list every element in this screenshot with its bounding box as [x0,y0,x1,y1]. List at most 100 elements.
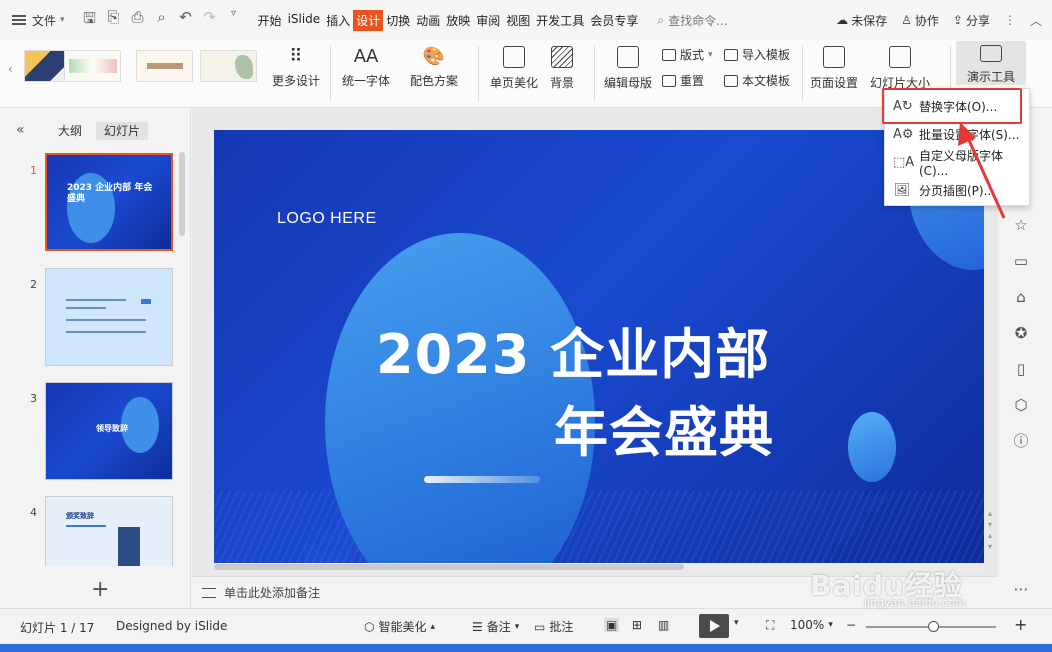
notes-icon [202,587,216,598]
title-bar-right: ☁ 未保存 ♙ 协作 ⇪ 分享 ⋮ ︿ [836,0,1042,40]
slide-thumbnail-1[interactable]: 2023 企业内部 年会盛典 [45,153,173,251]
notes-toggle-button[interactable]: ☰ 备注 ▾ [472,618,519,635]
design-template-4[interactable] [200,50,257,82]
slide-title-line1[interactable]: 2023 企业内部 [376,310,770,389]
add-slide-icon[interactable]: + [91,577,109,602]
tab-slides[interactable]: 幻灯片 [96,122,149,140]
current-slide[interactable]: LOGO HERE 2023 企业内部 年会盛典 [214,130,984,564]
import-template-button[interactable]: 导入模板 [724,46,790,63]
more-design-button[interactable]: ⠿ 更多设计 [272,44,320,89]
slide-panel-scrollbar[interactable] [179,152,185,236]
more-icon[interactable]: ⋯ [1012,580,1030,598]
zoom-in-icon[interactable]: + [1014,615,1027,634]
smart-beautify-button[interactable]: ⬡ 智能美化 ▴ [364,618,435,635]
customize-icon[interactable]: ▿ [225,8,243,33]
design-template-2[interactable] [64,50,121,82]
tab-home[interactable]: 开始 [255,10,285,31]
slide-logo-text[interactable]: LOGO HERE [277,210,377,228]
undo-icon[interactable]: ↶ [177,8,195,33]
ribbon-divider [330,46,331,102]
tab-view[interactable]: 视图 [503,10,533,31]
replace-font-menu-item[interactable]: A↻ 替换字体(O)... [885,92,1031,120]
single-page-button[interactable]: 单页美化 [490,44,538,91]
file-menu-button[interactable]: 文件 ▾ [12,12,65,29]
batch-font-menu-item[interactable]: A⚙ 批量设置字体(S)... [885,120,1031,148]
unsaved-label: 未保存 [851,13,888,28]
pin-icon[interactable]: ☆ [1012,216,1030,234]
page-setup-button[interactable]: 页面设置 [810,44,858,91]
normal-view-button[interactable]: ▣ [604,618,620,632]
grid-view-button[interactable]: ⊞ [632,618,642,632]
play-options-icon[interactable]: ▾ [734,618,739,628]
save-icon[interactable]: 🖫 [81,8,99,33]
background-button[interactable]: 背景 [550,44,574,91]
tab-review[interactable]: 审阅 [473,10,503,31]
slide-thumbnail-3[interactable]: 领导致辞 [45,382,173,480]
tab-transition[interactable]: 切换 [383,10,413,31]
tab-animation[interactable]: 动画 [413,10,443,31]
text-template-icon [724,74,738,87]
search-icon: ⌕ [657,12,665,27]
slide-size-button[interactable]: 幻灯片大小 [870,44,930,91]
comments-button[interactable]: ▭ 批注 [534,618,573,635]
slide-thumbnail-title: 领导致辞 [96,424,128,433]
collapse-ribbon-icon[interactable]: ︿ [1030,12,1042,29]
slide-thumbnail-4[interactable]: 颁奖致辞 [45,496,173,566]
tab-member[interactable]: 会员专享 [587,10,641,31]
reset-button[interactable]: 重置 [662,72,704,89]
tab-developer[interactable]: 开发工具 [533,10,587,31]
tab-design[interactable]: 设计 [353,9,384,31]
export-icon[interactable]: ⎘ [105,8,123,33]
unify-font-button[interactable]: ꓮꓮ 统一字体 [342,44,390,89]
comment-icon[interactable]: ▭ [1012,252,1030,270]
layout-button[interactable]: 版式 ▾ [662,46,713,63]
slide-number: 2 [30,278,37,291]
slide-thumbnail-2[interactable] [45,268,173,366]
chevron-down-icon: ▾ [514,621,520,632]
reading-view-button[interactable]: ▥ [658,618,669,632]
present-tools-button[interactable]: 演示工具 [956,41,1026,85]
command-search[interactable]: ⌕ 查找命令... [657,12,727,29]
chevron-left-icon[interactable]: ‹ [8,62,13,76]
master-font-menu-item[interactable]: ⬚A 自定义母版字体(C)... [885,148,1031,178]
slide-decoration-circle [848,412,896,482]
zoom-level[interactable]: 100% ▾ [790,618,833,632]
text-template-button[interactable]: 本文模板 [724,72,790,89]
help-icon[interactable]: ⓘ [1012,432,1030,450]
zoom-out-icon[interactable]: − [846,618,856,632]
slide-size-icon [889,46,911,68]
page-illustration-menu-item[interactable]: 🖼 分页插图(P)... [885,176,1031,204]
slide-number: 1 [30,164,37,177]
unsaved-status[interactable]: ☁ 未保存 [836,12,887,29]
more-options-icon[interactable]: ⋮ [1004,13,1016,27]
collab-button[interactable]: ♙ 协作 [901,12,939,29]
slide-thumbnail-title: 2023 企业内部 年会盛典 [67,183,153,204]
layout-icon [662,48,676,61]
color-scheme-button[interactable]: 🎨 配色方案 [410,44,458,89]
image-tool-icon[interactable]: ⌂ [1012,288,1030,306]
preview-icon[interactable]: ⌕ [153,8,171,33]
collapse-panel-icon[interactable]: « [16,122,25,138]
vertical-scroll-arrows[interactable]: ▴ ▾ ▴ ▾ [984,508,996,552]
redo-icon[interactable]: ↷ [201,8,219,33]
quick-access-toolbar: 🖫 ⎘ ⎙ ⌕ ↶ ↷ ▿ [81,8,243,33]
scrollbar-thumb[interactable] [214,564,684,570]
slide-decoration-stripes [214,490,984,564]
reset-label: 重置 [680,74,705,88]
play-slideshow-button[interactable] [699,614,729,638]
tab-outline[interactable]: 大纲 [50,122,90,140]
print-icon[interactable]: ⎙ [129,8,147,33]
tab-insert[interactable]: 插入 [323,10,353,31]
edit-master-button[interactable]: 编辑母版 [604,44,652,91]
zoom-slider-handle[interactable] [928,621,939,632]
share-button[interactable]: ⇪ 分享 [953,12,990,29]
slide-title-line2[interactable]: 年会盛典 [554,388,774,467]
page-setup-label: 页面设置 [810,76,859,90]
design-template-3[interactable] [136,50,193,82]
fit-window-icon[interactable]: ⛶ [766,618,774,633]
spark-icon[interactable]: ✪ [1012,324,1030,342]
cube-icon[interactable]: ⬡ [1012,396,1030,414]
tab-slideshow[interactable]: 放映 [443,10,473,31]
book-search-icon[interactable]: ▯ [1012,360,1030,378]
tab-islide[interactable]: iSlide [285,10,324,31]
